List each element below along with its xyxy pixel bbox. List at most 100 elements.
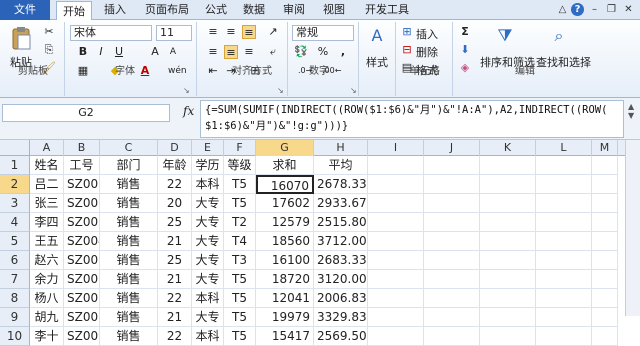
table-cell[interactable]: 15417 <box>256 327 314 346</box>
table-cell[interactable]: 余力 <box>30 270 64 289</box>
italic-button[interactable]: I <box>94 45 108 59</box>
table-header-cell[interactable]: 工号 <box>64 156 100 175</box>
table-cell[interactable]: 2515.80 <box>314 213 368 232</box>
table-cell[interactable] <box>592 270 618 289</box>
row-header[interactable]: 3 <box>0 194 30 213</box>
table-cell[interactable] <box>536 270 592 289</box>
border-icon[interactable]: ▦ <box>76 64 90 78</box>
table-header-cell[interactable]: 平均 <box>314 156 368 175</box>
table-cell[interactable]: 12579 <box>256 213 314 232</box>
table-cell[interactable] <box>480 232 536 251</box>
table-cell[interactable]: 22 <box>158 175 192 194</box>
table-cell[interactable] <box>536 213 592 232</box>
table-cell[interactable]: T3 <box>224 251 256 270</box>
table-cell[interactable] <box>424 232 480 251</box>
minimize-ribbon-icon[interactable]: △ <box>556 3 569 16</box>
tab-page-layout[interactable]: 页面布局 <box>138 0 196 20</box>
table-cell[interactable]: 2569.50 <box>314 327 368 346</box>
table-header-cell[interactable]: 年龄 <box>158 156 192 175</box>
select-all-corner[interactable] <box>0 140 30 156</box>
table-cell[interactable]: 销售 <box>100 213 158 232</box>
table-cell[interactable] <box>480 289 536 308</box>
table-cell[interactable]: SZ002 <box>64 194 100 213</box>
autosum-button[interactable]: Σ <box>458 25 472 39</box>
align-right-icon[interactable]: ≡ <box>242 45 256 59</box>
table-cell[interactable]: 22 <box>158 289 192 308</box>
column-header-h[interactable]: H <box>314 140 368 156</box>
table-cell[interactable] <box>480 194 536 213</box>
table-cell[interactable]: 2006.83 <box>314 289 368 308</box>
table-cell[interactable]: SZ006 <box>64 270 100 289</box>
table-cell[interactable]: 胡九 <box>30 308 64 327</box>
table-cell[interactable]: 21 <box>158 308 192 327</box>
table-cell[interactable] <box>368 327 424 346</box>
table-header-cell[interactable]: 部门 <box>100 156 158 175</box>
table-cell[interactable] <box>480 327 536 346</box>
table-cell[interactable]: 李十 <box>30 327 64 346</box>
table-cell[interactable] <box>592 194 618 213</box>
table-cell[interactable] <box>592 175 618 194</box>
table-cell[interactable]: 3329.83 <box>314 308 368 327</box>
find-select-button[interactable]: 查找和选择 <box>536 54 591 70</box>
expand-formula-bar-icon[interactable]: ▲ ▼ <box>628 102 634 120</box>
table-cell[interactable]: 大专 <box>192 232 224 251</box>
table-cell[interactable]: SZ009 <box>64 327 100 346</box>
selected-cell[interactable]: 16070 <box>256 175 314 194</box>
table-cell[interactable] <box>368 213 424 232</box>
table-cell[interactable] <box>480 213 536 232</box>
align-center-icon[interactable]: ≡ <box>224 45 238 59</box>
table-cell[interactable]: 赵六 <box>30 251 64 270</box>
find-select-icon[interactable]: ⌕ <box>548 26 570 48</box>
column-header-e[interactable]: E <box>192 140 224 156</box>
table-cell[interactable] <box>592 289 618 308</box>
table-cell[interactable]: 杨八 <box>30 289 64 308</box>
column-header-f[interactable]: F <box>224 140 256 156</box>
table-cell[interactable]: 19979 <box>256 308 314 327</box>
table-cell[interactable] <box>536 175 592 194</box>
table-cell[interactable] <box>424 213 480 232</box>
table-header-cell[interactable] <box>368 156 424 175</box>
table-cell[interactable]: 销售 <box>100 289 158 308</box>
table-cell[interactable]: 本科 <box>192 175 224 194</box>
table-cell[interactable]: 3120.00 <box>314 270 368 289</box>
row-header[interactable]: 1 <box>0 156 30 175</box>
table-cell[interactable]: 大专 <box>192 251 224 270</box>
phonetic-button[interactable]: wén <box>168 64 187 78</box>
alignment-launcher-icon[interactable]: ↘ <box>277 86 284 95</box>
table-header-cell[interactable]: 姓名 <box>30 156 64 175</box>
row-header[interactable]: 4 <box>0 213 30 232</box>
tab-insert[interactable]: 插入 <box>97 0 133 20</box>
row-header[interactable]: 5 <box>0 232 30 251</box>
table-cell[interactable]: 销售 <box>100 251 158 270</box>
table-cell[interactable]: T4 <box>224 232 256 251</box>
font-name-select[interactable]: 宋体 <box>70 25 152 41</box>
row-header[interactable]: 10 <box>0 327 30 346</box>
table-cell[interactable] <box>592 327 618 346</box>
comma-button[interactable]: , <box>336 45 350 59</box>
table-cell[interactable]: T2 <box>224 213 256 232</box>
tab-formulas[interactable]: 公式 <box>200 0 232 20</box>
table-cell[interactable]: 销售 <box>100 327 158 346</box>
table-cell[interactable]: SZ007 <box>64 289 100 308</box>
table-header-cell[interactable] <box>536 156 592 175</box>
vertical-scrollbar[interactable] <box>625 140 640 316</box>
table-cell[interactable]: SZ005 <box>64 251 100 270</box>
column-header-g[interactable]: G <box>256 140 314 156</box>
tab-developer[interactable]: 开发工具 <box>358 0 416 20</box>
table-cell[interactable] <box>368 232 424 251</box>
table-cell[interactable]: SZ001 <box>64 175 100 194</box>
tab-view[interactable]: 视图 <box>318 0 350 20</box>
grow-font-button[interactable]: A <box>148 45 162 59</box>
table-cell[interactable] <box>480 270 536 289</box>
table-cell[interactable]: 2683.33 <box>314 251 368 270</box>
table-cell[interactable] <box>368 308 424 327</box>
table-cell[interactable] <box>592 213 618 232</box>
column-header-j[interactable]: J <box>424 140 480 156</box>
insert-cells-button[interactable]: 插入 <box>416 26 438 42</box>
table-cell[interactable]: T5 <box>224 289 256 308</box>
table-cell[interactable]: 25 <box>158 251 192 270</box>
table-cell[interactable] <box>592 232 618 251</box>
table-cell[interactable]: 张三 <box>30 194 64 213</box>
table-cell[interactable]: 21 <box>158 232 192 251</box>
table-cell[interactable] <box>368 251 424 270</box>
